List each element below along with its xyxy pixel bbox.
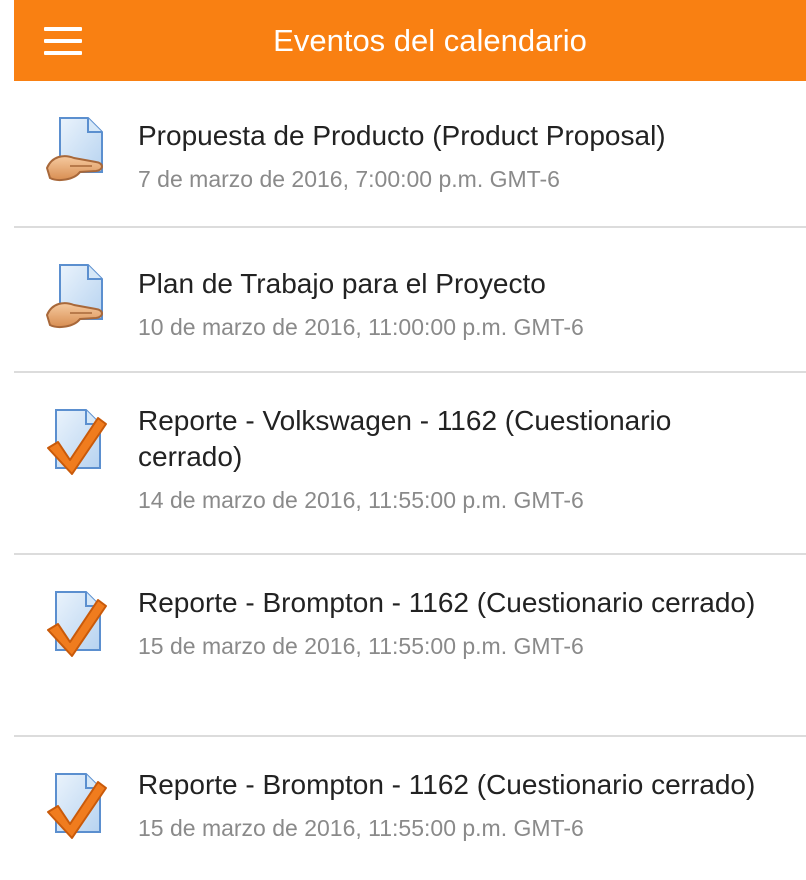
events-list: Propuesta de Producto (Product Proposal)… [14, 81, 806, 880]
event-item[interactable]: Propuesta de Producto (Product Proposal)… [14, 81, 806, 228]
event-name: Reporte - Brompton - 1162 (Cuestionario … [138, 769, 756, 800]
event-name: Plan de Trabajo para el Proyecto [138, 268, 546, 299]
top-bar: Eventos del calendario [14, 0, 806, 81]
event-item[interactable]: Reporte - Volkswagen - 1162 (Cuestionari… [14, 373, 806, 555]
assignment-icon [46, 261, 108, 331]
quiz-icon [46, 406, 108, 476]
event-date: 7 de marzo de 2016, 7:00:00 p.m. GMT-6 [138, 166, 560, 192]
app-frame: Eventos del calendario Propuesta de Prod… [0, 0, 806, 880]
event-date: 10 de marzo de 2016, 11:00:00 p.m. GMT-6 [138, 314, 584, 340]
event-item[interactable]: Reporte - Brompton - 1162 (Cuestionario … [14, 737, 806, 880]
event-name: Reporte - Volkswagen - 1162 (Cuestionari… [138, 405, 672, 472]
event-date: 15 de marzo de 2016, 11:55:00 p.m. GMT-6 [138, 815, 584, 841]
quiz-icon [46, 770, 108, 840]
page-title: Eventos del calendario [273, 23, 587, 58]
event-date: 15 de marzo de 2016, 11:55:00 p.m. GMT-6 [138, 633, 584, 659]
event-item[interactable]: Plan de Trabajo para el Proyecto 10 de m… [14, 228, 806, 373]
assignment-icon [46, 114, 108, 184]
event-name: Reporte - Brompton - 1162 (Cuestionario … [138, 587, 756, 618]
event-item[interactable]: Reporte - Brompton - 1162 (Cuestionario … [14, 555, 806, 737]
event-date: 14 de marzo de 2016, 11:55:00 p.m. GMT-6 [138, 487, 584, 513]
event-name: Propuesta de Producto (Product Proposal) [138, 120, 666, 151]
quiz-icon [46, 588, 108, 658]
